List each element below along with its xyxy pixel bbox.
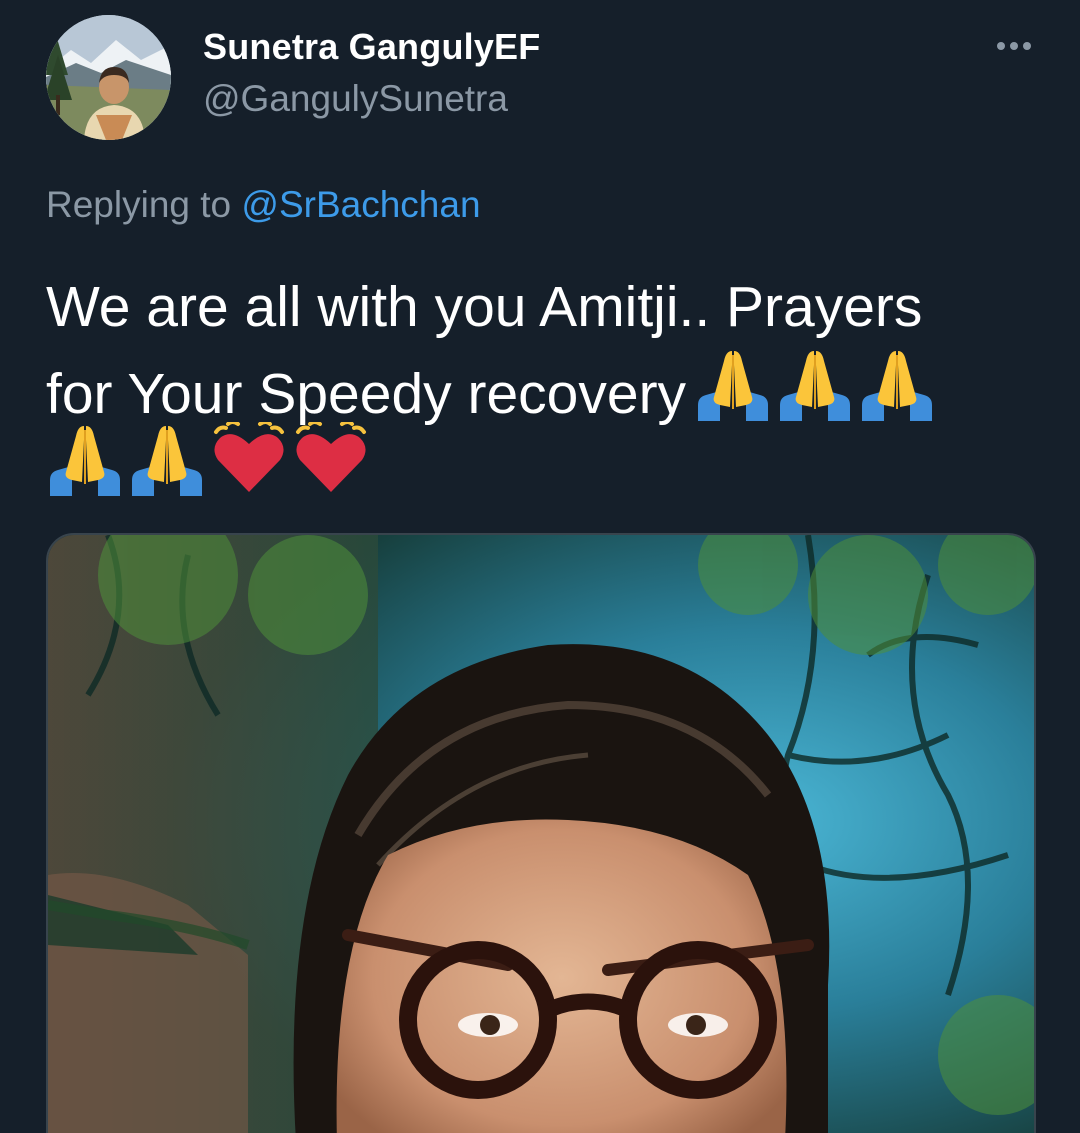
author-handle[interactable]: @GangulySunetra	[203, 78, 508, 120]
more-options-button[interactable]	[988, 30, 1040, 62]
more-horizontal-icon-dot	[1023, 42, 1031, 50]
emoji-row	[48, 420, 368, 498]
folded-hands-icon	[780, 351, 851, 421]
tweet-text-line: We are all with you Amitji.. Prayers	[46, 275, 923, 339]
growing-heart-icon	[296, 422, 366, 492]
more-horizontal-icon	[997, 42, 1005, 50]
folded-hands-icon	[50, 426, 120, 496]
folded-hands-icon	[698, 351, 769, 421]
author-name[interactable]: Sunetra GangulyEF	[203, 26, 540, 68]
replying-to: Replying to @SrBachchan	[46, 184, 481, 226]
more-horizontal-icon-dot	[1010, 42, 1018, 50]
tweet-text-line-content: for Your Speedy recovery	[46, 362, 687, 426]
growing-heart-icon	[214, 422, 284, 492]
reply-mention-link[interactable]: @SrBachchan	[241, 184, 480, 225]
folded-hands-icon	[132, 426, 202, 496]
avatar[interactable]	[46, 15, 171, 140]
reply-prefix: Replying to	[46, 184, 232, 225]
tweet-image[interactable]	[46, 533, 1036, 1133]
tweet: Sunetra GangulyEF @GangulySunetra Replyi…	[0, 0, 1080, 1133]
emoji-group	[696, 347, 934, 421]
folded-hands-icon	[862, 351, 933, 421]
tweet-text: We are all with you Amitji.. Prayers for…	[46, 268, 1036, 434]
